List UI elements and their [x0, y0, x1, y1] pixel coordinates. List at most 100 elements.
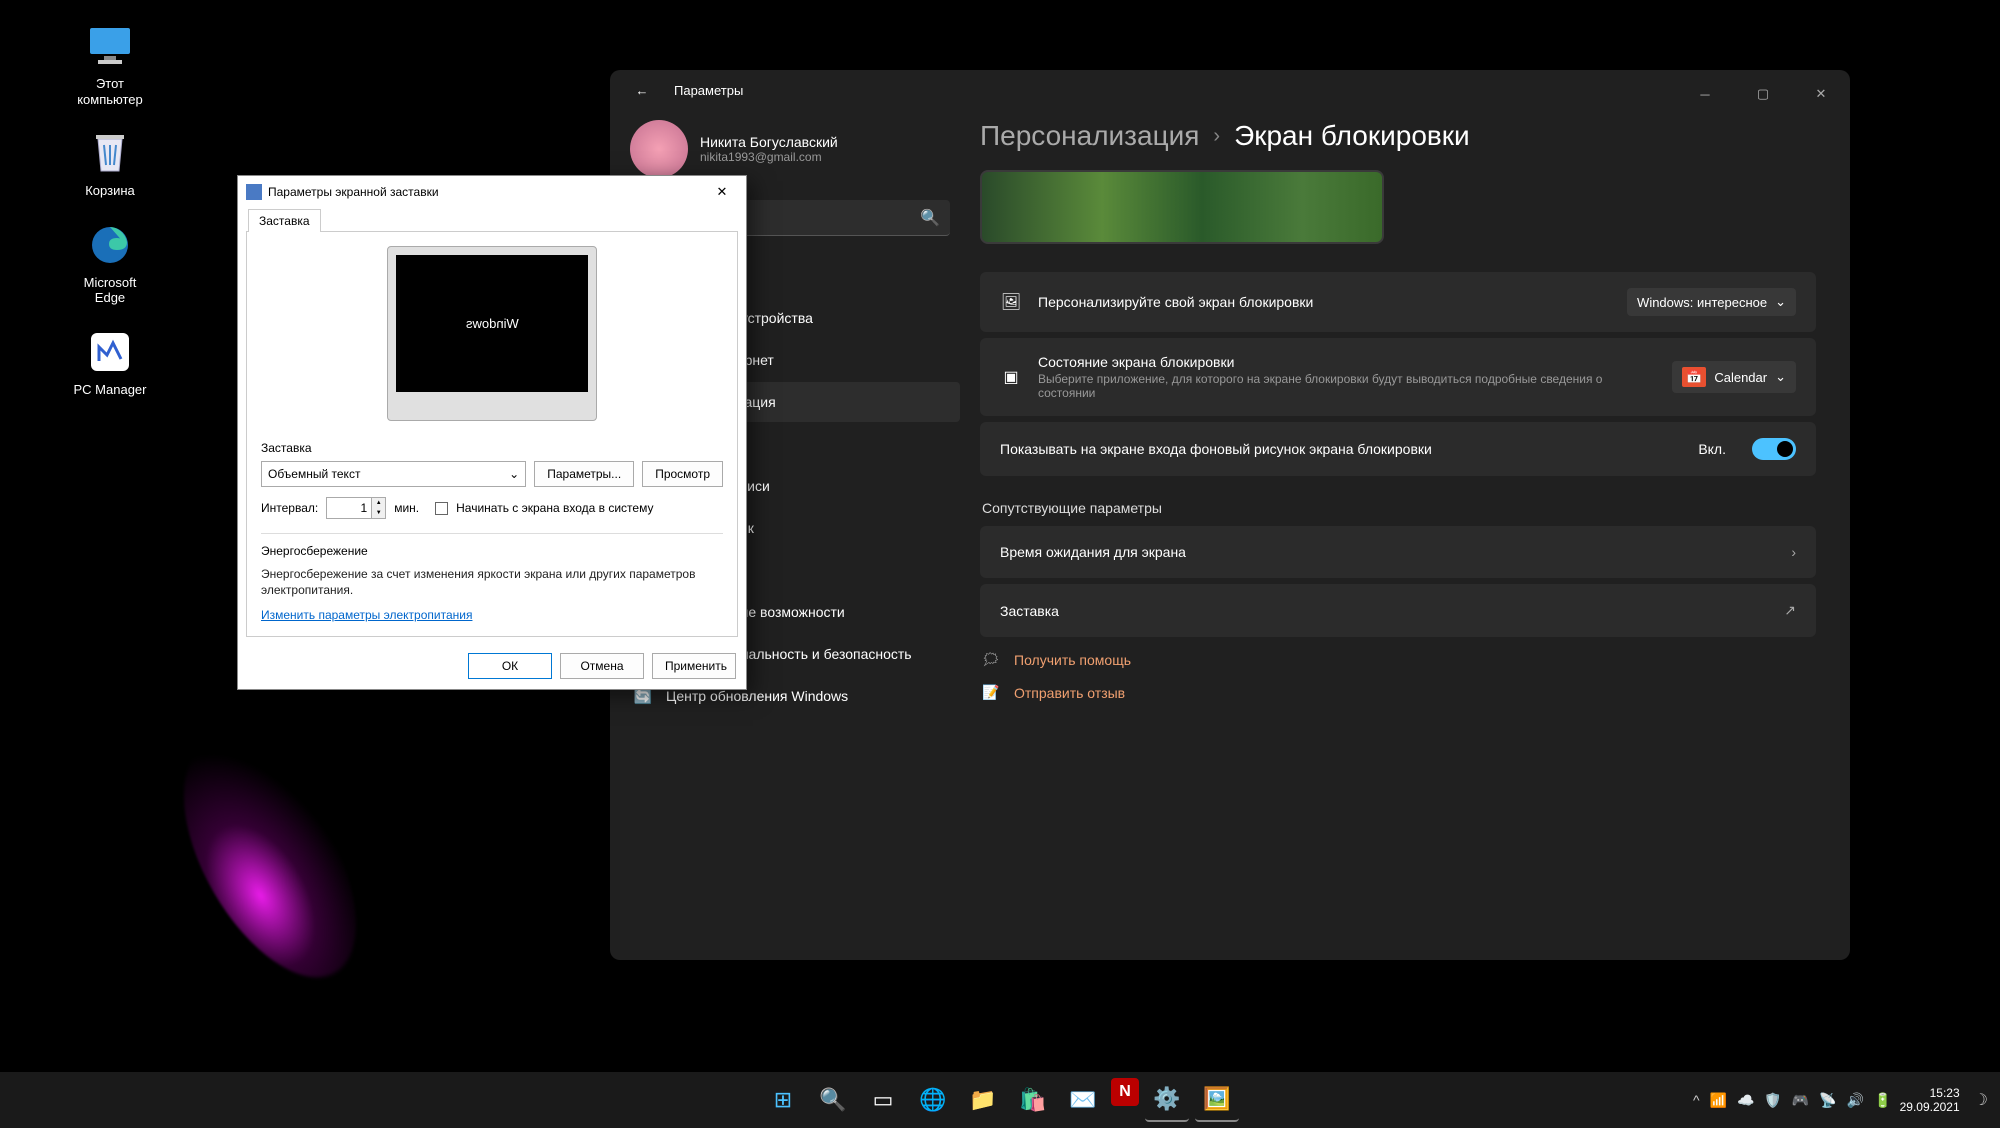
interval-input[interactable]	[327, 498, 371, 518]
status-row[interactable]: ▣ Состояние экрана блокировки Выберите п…	[980, 338, 1816, 416]
row-title: Персонализируйте свой экран блокировки	[1038, 294, 1611, 310]
related-header: Сопутствующие параметры	[982, 500, 1816, 516]
personalize-row[interactable]: 🖼 Персонализируйте свой экран блокировки…	[980, 272, 1816, 332]
back-button[interactable]: ←	[630, 78, 654, 102]
tray-icon[interactable]: 📶	[1710, 1092, 1727, 1109]
desktop-icons: Этоткомпьютер Корзина MicrosoftEdge PC M…	[55, 20, 165, 398]
tray-icon[interactable]: 🛡️	[1764, 1092, 1781, 1109]
clock[interactable]: 15:23 29.09.2021	[1900, 1086, 1960, 1115]
search-icon: 🔍	[920, 208, 940, 228]
screensaver-titlebar[interactable]: Параметры экранной заставки ✕	[238, 176, 746, 208]
close-button[interactable]: ✕	[706, 180, 738, 204]
toggle-label: Вкл.	[1698, 441, 1726, 457]
screensaver-select[interactable]: Объемный текст⌄	[261, 461, 526, 487]
window-title: Параметры	[674, 83, 743, 98]
nav-label: Центр обновления Windows	[666, 688, 848, 704]
ok-button[interactable]: ОК	[468, 653, 552, 679]
feedback-icon: 📝	[982, 684, 1000, 701]
apply-button[interactable]: Применить	[652, 653, 736, 679]
screensaver-group-label: Заставка	[261, 441, 723, 455]
tray-icon[interactable]: 🎮	[1792, 1092, 1809, 1109]
row-title: Состояние экрана блокировки	[1038, 354, 1656, 370]
minimize-button[interactable]: ─	[1676, 78, 1734, 110]
edge-icon	[84, 219, 136, 271]
personalize-dropdown[interactable]: Windows: интересное ⌄	[1627, 288, 1796, 316]
screensaver-dialog: Параметры экранной заставки ✕ Заставка W…	[237, 175, 747, 690]
desktop-icon-computer[interactable]: Этоткомпьютер	[55, 20, 165, 107]
resume-checkbox[interactable]	[435, 502, 448, 515]
tray-icon[interactable]: 🔊	[1847, 1092, 1864, 1109]
calendar-icon: 📅	[1682, 367, 1706, 387]
preview-button[interactable]: Просмотр	[642, 461, 723, 487]
spin-up[interactable]: ▲	[372, 498, 385, 508]
tray-icon[interactable]: ^	[1693, 1092, 1700, 1108]
lockscreen-preview	[980, 170, 1384, 244]
tray-icon[interactable]: 🔋	[1874, 1092, 1891, 1109]
desktop-icon-label: PC Manager	[74, 382, 147, 398]
wallpaper-decoration	[149, 715, 392, 1005]
taskbar-store-icon[interactable]: 🛍️	[1011, 1078, 1055, 1122]
bg-on-login-row: Показывать на экране входа фоновый рисун…	[980, 422, 1816, 476]
taskbar-edge-icon[interactable]: 🌐	[911, 1078, 955, 1122]
desktop-icon-label: Этоткомпьютер	[77, 76, 143, 107]
energy-link[interactable]: Изменить параметры электропитания	[261, 608, 472, 622]
row-subtitle: Выберите приложение, для которого на экр…	[1038, 372, 1656, 400]
cancel-button[interactable]: Отмена	[560, 653, 644, 679]
close-button[interactable]: ✕	[1792, 78, 1850, 110]
settings-titlebar: ← Параметры ─ ▢ ✕	[610, 70, 1850, 110]
avatar	[630, 120, 688, 178]
notifications-icon[interactable]: ☽	[1974, 1090, 1988, 1110]
params-button[interactable]: Параметры...	[534, 461, 634, 487]
help-icon: 🗯	[982, 651, 1000, 668]
time: 15:23	[1900, 1086, 1960, 1100]
pcmanager-icon	[84, 326, 136, 378]
taskbar-explorer-icon[interactable]: 📁	[961, 1078, 1005, 1122]
breadcrumb-parent[interactable]: Персонализация	[980, 120, 1199, 152]
desktop-icon-edge[interactable]: MicrosoftEdge	[55, 219, 165, 306]
tray-icon[interactable]: 📡	[1819, 1092, 1836, 1109]
computer-icon	[84, 20, 136, 72]
desktop-icon-recyclebin[interactable]: Корзина	[55, 127, 165, 199]
lockscreen-icon: 🖼	[1000, 291, 1022, 313]
screensaver-tab[interactable]: Заставка	[248, 209, 321, 232]
date: 29.09.2021	[1900, 1100, 1960, 1114]
taskbar-start-icon[interactable]: ⊞	[761, 1078, 805, 1122]
chevron-down-icon: ⌄	[509, 467, 519, 481]
taskbar-search-icon[interactable]: 🔍	[811, 1078, 855, 1122]
min-label: мин.	[394, 501, 419, 515]
energy-title: Энергосбережение	[261, 544, 723, 558]
chevron-down-icon: ⌄	[1775, 294, 1786, 310]
feedback-link[interactable]: 📝 Отправить отзыв	[980, 676, 1816, 709]
user-name: Никита Богуславский	[700, 134, 838, 150]
status-dropdown[interactable]: 📅Calendar ⌄	[1672, 361, 1796, 393]
breadcrumb: Персонализация › Экран блокировки	[980, 120, 1816, 152]
user-email: nikita1993@gmail.com	[700, 150, 838, 164]
settings-window: ← Параметры ─ ▢ ✕ Никита Богуславский ni…	[610, 70, 1850, 960]
taskbar: ⊞🔍▭🌐📁🛍️✉️N⚙️🖼️ ^ 📶 ☁️ 🛡️ 🎮 📡 🔊 🔋 15:23 29.09.20…	[0, 1072, 2000, 1128]
desktop-icon-label: MicrosoftEdge	[84, 275, 137, 306]
chevron-down-icon: ⌄	[1775, 369, 1786, 385]
screensaver-link[interactable]: Заставка ↗	[980, 584, 1816, 637]
taskbar-taskview-icon[interactable]: ▭	[861, 1078, 905, 1122]
screen-timeout-link[interactable]: Время ожидания для экрана ›	[980, 526, 1816, 578]
tray-icon[interactable]: ☁️	[1737, 1092, 1754, 1109]
recyclebin-icon	[84, 127, 136, 179]
breadcrumb-current: Экран блокировки	[1234, 120, 1470, 152]
screensaver-preview-monitor: Windows	[387, 246, 597, 421]
resume-label: Начинать с экрана входа в систему	[456, 501, 653, 515]
get-help-link[interactable]: 🗯 Получить помощь	[980, 643, 1816, 676]
bg-on-login-toggle[interactable]	[1752, 438, 1796, 460]
screensaver-app-icon	[246, 184, 262, 200]
settings-content: Персонализация › Экран блокировки 🖼 Перс…	[980, 110, 1850, 960]
energy-text: Энергосбережение за счет изменения яркос…	[261, 566, 723, 598]
spin-down[interactable]: ▼	[372, 508, 385, 518]
taskbar-settings-icon[interactable]: ⚙️	[1145, 1078, 1189, 1122]
desktop-icon-pcmanager[interactable]: PC Manager	[55, 326, 165, 398]
taskbar-mail-icon[interactable]: ✉️	[1061, 1078, 1105, 1122]
taskbar-netflix-icon[interactable]: N	[1111, 1078, 1139, 1106]
interval-label: Интервал:	[261, 501, 318, 515]
interval-spinner[interactable]: ▲▼	[326, 497, 386, 519]
taskbar-screensaver-icon[interactable]: 🖼️	[1195, 1078, 1239, 1122]
maximize-button[interactable]: ▢	[1734, 78, 1792, 110]
screensaver-title: Параметры экранной заставки	[268, 185, 706, 199]
